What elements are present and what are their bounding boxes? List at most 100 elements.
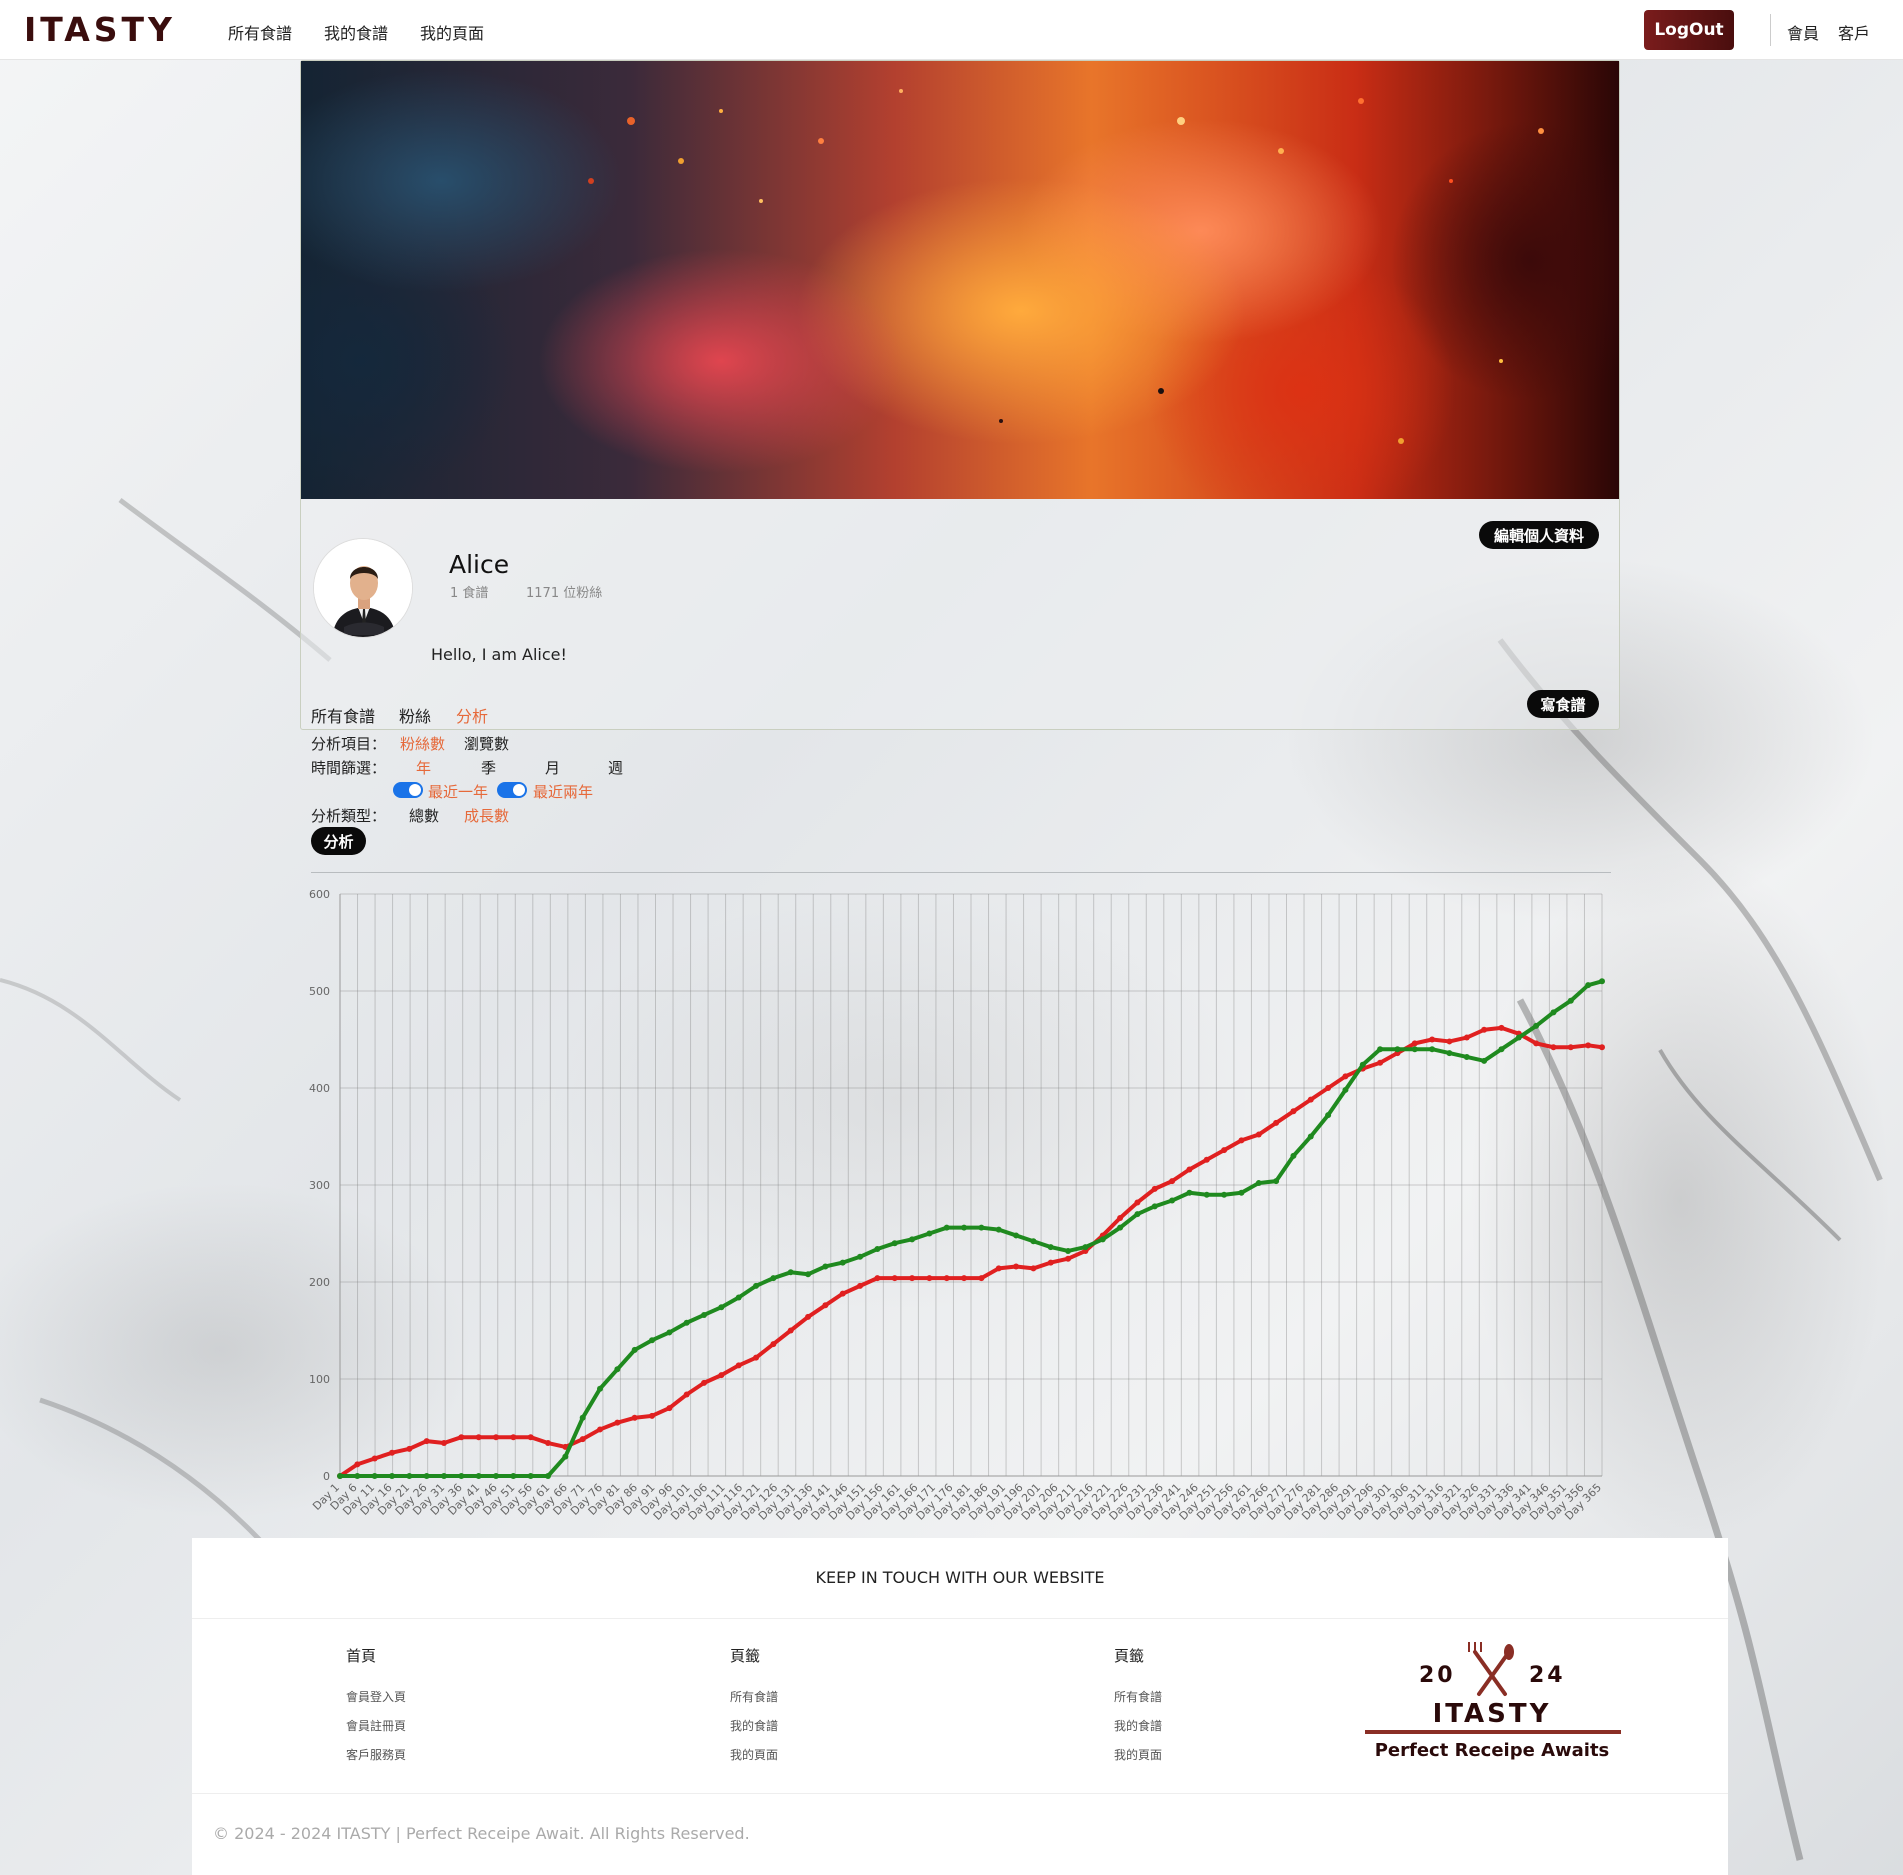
series-1-point — [683, 1319, 690, 1326]
series-1-point — [787, 1269, 794, 1276]
option-quarter[interactable]: 季 — [481, 757, 496, 778]
option-growth[interactable]: 成長數 — [464, 805, 509, 826]
series-1-point — [1307, 1133, 1314, 1140]
series-1-point — [597, 1385, 604, 1392]
series-0-point — [666, 1405, 673, 1412]
option-month[interactable]: 月 — [545, 757, 560, 778]
nav-member[interactable]: 會員 — [1787, 20, 1819, 44]
series-0-point — [1186, 1166, 1193, 1173]
series-0-point — [753, 1354, 760, 1361]
series-1-point — [770, 1275, 777, 1282]
series-1-point — [1238, 1189, 1245, 1196]
analyze-button[interactable]: 分析 — [311, 827, 366, 855]
series-0-point — [458, 1434, 465, 1441]
followers-count[interactable]: 1171 位粉絲 — [526, 582, 602, 601]
series-1-point — [1290, 1152, 1297, 1159]
series-1-point — [1169, 1197, 1176, 1204]
footer-link-my-page-2[interactable]: 我的頁面 — [1114, 1746, 1162, 1763]
tab-followers[interactable]: 粉絲 — [399, 703, 431, 727]
nav-customer[interactable]: 客戶 — [1838, 20, 1870, 44]
footer-link-all-recipes-2[interactable]: 所有食譜 — [1114, 1688, 1162, 1705]
series-1-point — [701, 1311, 708, 1318]
series-1-point — [891, 1240, 898, 1247]
series-1-point — [1481, 1057, 1488, 1064]
write-recipe-button[interactable]: 寫食譜 — [1527, 690, 1599, 718]
tab-all-recipes[interactable]: 所有食譜 — [311, 703, 375, 727]
series-0-point — [354, 1461, 361, 1468]
nav-my-recipes[interactable]: 我的食譜 — [324, 20, 388, 44]
series-0-point — [631, 1414, 638, 1421]
series-0-point — [1273, 1119, 1280, 1126]
series-0-point — [614, 1419, 621, 1426]
series-0-point — [1221, 1147, 1228, 1154]
footer-link-my-recipes-2[interactable]: 我的食譜 — [1114, 1717, 1162, 1734]
time-filter-label: 時間篩選： — [311, 759, 387, 777]
footer-link-service[interactable]: 客戶服務頁 — [346, 1746, 406, 1763]
toggle-last-year[interactable] — [393, 782, 423, 798]
series-1-point — [1013, 1232, 1020, 1239]
series-0-point — [1169, 1178, 1176, 1185]
series-1-point — [978, 1224, 985, 1231]
series-1-point — [1082, 1244, 1089, 1251]
y-tick-label: 100 — [309, 1373, 330, 1386]
series-0-point — [406, 1445, 413, 1452]
series-1-point — [579, 1414, 586, 1421]
series-0-point — [805, 1313, 812, 1320]
series-0-point — [1342, 1073, 1349, 1080]
option-week[interactable]: 週 — [608, 757, 623, 778]
series-0-point — [1134, 1199, 1141, 1206]
series-0-point — [1151, 1185, 1158, 1192]
followers-line-chart: Day 1Day 6Day 11Day 16Day 21Day 26Day 31… — [309, 888, 1605, 1523]
logout-button[interactable]: LogOut — [1644, 10, 1734, 50]
series-1-point — [649, 1337, 656, 1344]
series-1-point — [337, 1473, 343, 1479]
series-1-point — [631, 1346, 638, 1353]
series-0-point — [1065, 1255, 1072, 1262]
toggle-last-two-years[interactable] — [497, 782, 527, 798]
footer-link-register[interactable]: 會員註冊頁 — [346, 1717, 406, 1734]
option-total[interactable]: 總數 — [409, 805, 439, 826]
series-1-point — [614, 1366, 621, 1373]
nav-divider — [1770, 14, 1771, 46]
series-0-point — [1290, 1108, 1297, 1115]
y-tick-label: 200 — [309, 1276, 330, 1289]
series-1-point — [1599, 978, 1605, 985]
edit-profile-button[interactable]: 編輯個人資料 — [1479, 521, 1599, 549]
series-1-point — [1186, 1189, 1193, 1196]
series-0-point — [371, 1455, 378, 1462]
series-0-point — [649, 1412, 656, 1419]
nav-my-page[interactable]: 我的頁面 — [420, 20, 484, 44]
series-0-point — [579, 1436, 586, 1443]
cover-particles — [588, 89, 1544, 444]
footer-link-my-page[interactable]: 我的頁面 — [730, 1746, 778, 1763]
footer-col1-heading: 首頁 — [346, 1647, 377, 1665]
series-1-point — [406, 1473, 413, 1479]
option-year[interactable]: 年 — [416, 757, 431, 778]
avatar[interactable] — [313, 538, 413, 638]
analysis-type-label: 分析類型： — [311, 807, 387, 825]
series-0-point — [718, 1372, 725, 1379]
footer-link-all-recipes[interactable]: 所有食譜 — [730, 1688, 778, 1705]
series-0-point — [701, 1379, 708, 1386]
series-0-point — [475, 1434, 482, 1441]
series-0-point — [441, 1440, 448, 1447]
footer-link-my-recipes[interactable]: 我的食譜 — [730, 1717, 778, 1734]
profile-bio: Hello, I am Alice! — [431, 645, 567, 664]
series-1-point — [1567, 997, 1574, 1004]
y-tick-label: 500 — [309, 985, 330, 998]
series-1-point — [1325, 1112, 1332, 1119]
series-1-point — [839, 1259, 846, 1266]
footer-link-login[interactable]: 會員登入頁 — [346, 1688, 406, 1705]
series-0-point — [857, 1282, 864, 1289]
series-1-point — [1151, 1203, 1158, 1210]
series-0-point — [822, 1302, 829, 1309]
series-1-point — [475, 1473, 482, 1479]
series-1-point — [926, 1230, 933, 1237]
tab-analysis[interactable]: 分析 — [456, 703, 488, 727]
nav-all-recipes[interactable]: 所有食譜 — [228, 20, 292, 44]
option-followers[interactable]: 粉絲數 — [400, 733, 445, 754]
series-1-point — [1550, 1009, 1557, 1016]
series-0-point — [909, 1275, 916, 1282]
option-views[interactable]: 瀏覽數 — [464, 733, 509, 754]
brand-logo[interactable]: ITASTY — [24, 10, 176, 49]
